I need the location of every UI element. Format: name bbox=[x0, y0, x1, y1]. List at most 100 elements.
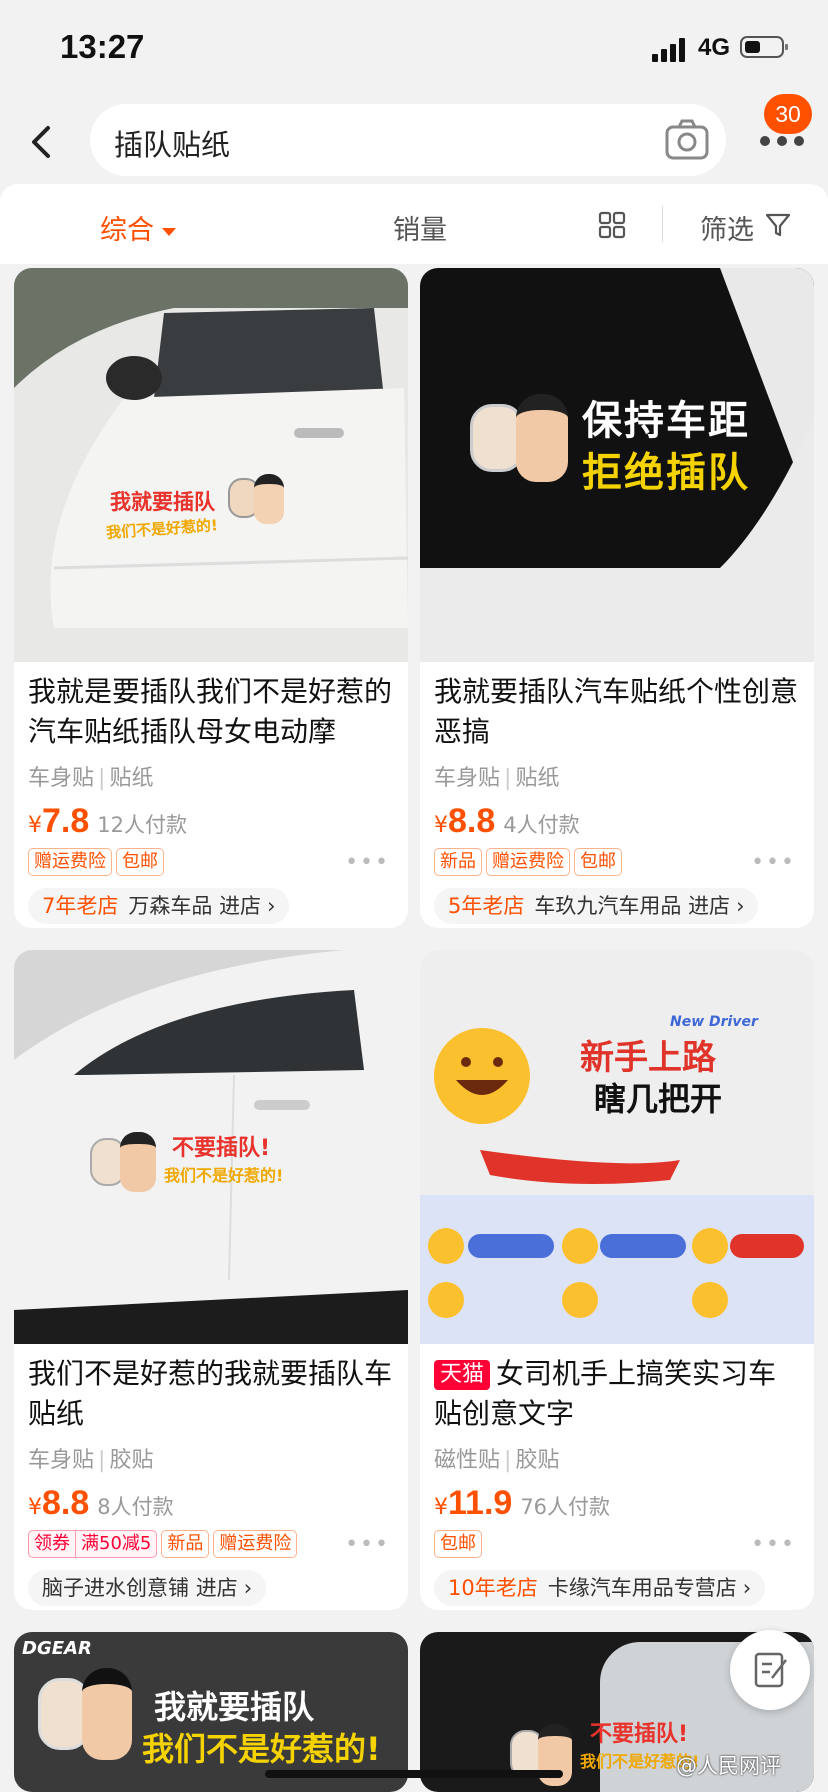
product-info: 我就要插队汽车贴纸个性创意恶搞 车身贴 | 贴纸 ¥8.8 4人付款 新品 赠运费险 包邮… bbox=[420, 662, 814, 924]
sort-comprehensive[interactable]: 综合 bbox=[100, 208, 176, 247]
product-card[interactable]: 保持车距 拒绝插队 我就要插队汽车贴纸个性创意恶搞 车身贴 | 贴纸 ¥8.8 4人付… bbox=[420, 268, 814, 928]
search-query: 插队贴纸 bbox=[114, 128, 231, 162]
product-title: 天猫 女司机手上搞笑实习车贴创意文字 bbox=[434, 1354, 800, 1434]
sticker-text-line2: 瞎几把开 bbox=[594, 1080, 723, 1118]
caret-down-icon bbox=[162, 227, 176, 236]
product-image: DGEAR 我就要插队 我们不是好惹的! bbox=[14, 1632, 408, 1792]
camera-icon[interactable] bbox=[664, 118, 710, 162]
search-input[interactable]: 插队贴纸 bbox=[90, 104, 726, 176]
tags-row: 赠运费险 包邮 ••• bbox=[28, 848, 394, 878]
product-props: 车身贴 | 贴纸 bbox=[434, 760, 800, 792]
tag: 赠运费险 bbox=[486, 848, 570, 876]
currency: ¥ bbox=[28, 813, 42, 838]
product-card[interactable]: 不要插队! 我们不是好惹的! 我们不是好惹的我就要插队车贴纸 车身贴 | 胶贴 ¥8… bbox=[14, 950, 408, 1610]
shop-link[interactable]: 脑子进水创意铺 进店 › bbox=[28, 1570, 267, 1606]
more-menu-icon[interactable] bbox=[760, 136, 804, 150]
shop-link[interactable]: 7年老店 万森车品 进店 › bbox=[28, 888, 290, 924]
network-type: 4G bbox=[698, 34, 731, 61]
prop: 车身贴 bbox=[434, 766, 501, 791]
sticker-new-driver-en: New Driver bbox=[670, 1014, 758, 1030]
message-badge: 30 bbox=[764, 94, 812, 134]
price-row: ¥7.8 12人付款 bbox=[28, 802, 394, 842]
product-info: 天猫 女司机手上搞笑实习车贴创意文字 磁性贴 | 胶贴 ¥11.9 76人付款 包邮 ••… bbox=[420, 1344, 814, 1606]
chevron-right-icon: › bbox=[742, 1576, 752, 1600]
shop-age: 7年老店 bbox=[42, 894, 119, 918]
price: 8.8 bbox=[448, 802, 496, 840]
price-row: ¥8.8 4人付款 bbox=[434, 802, 800, 842]
product-card[interactable]: New Driver 新手上路 瞎几把开 天猫 女司机手上搞笑实习车贴创意文字 磁… bbox=[420, 950, 814, 1610]
divider bbox=[662, 206, 663, 242]
search-header: 插队贴纸 30 bbox=[0, 94, 828, 185]
chevron-right-icon: › bbox=[243, 1576, 253, 1600]
currency: ¥ bbox=[434, 813, 448, 838]
feedback-button[interactable] bbox=[730, 1630, 810, 1710]
tag: 包邮 bbox=[574, 848, 622, 876]
coupon-tag: 领券 bbox=[28, 1530, 76, 1558]
product-props: 车身贴 | 胶贴 bbox=[28, 1442, 394, 1474]
tag: 新品 bbox=[161, 1530, 210, 1558]
sticker-text-line1: 我就要插队 bbox=[154, 1688, 315, 1726]
prop-separator: | bbox=[504, 766, 512, 791]
coupon-value: 满50减5 bbox=[76, 1530, 158, 1558]
sales-count: 76人付款 bbox=[520, 1495, 611, 1519]
price: 8.8 bbox=[42, 1484, 90, 1522]
grid-view-icon[interactable] bbox=[598, 211, 626, 239]
product-title: 我就是要插队我们不是好惹的汽车贴纸插队母女电动摩 bbox=[28, 675, 393, 748]
filter-button[interactable]: 筛选 bbox=[700, 208, 754, 247]
product-image: New Driver 新手上路 瞎几把开 bbox=[420, 950, 814, 1344]
more-options-icon[interactable]: ••• bbox=[751, 1532, 796, 1557]
more-options-icon[interactable]: ••• bbox=[345, 850, 390, 875]
currency: ¥ bbox=[28, 1495, 42, 1520]
watermark: @人民网评 bbox=[676, 1754, 781, 1778]
product-image: 保持车距 拒绝插队 bbox=[420, 268, 814, 662]
prop: 车身贴 bbox=[28, 766, 95, 791]
prop-separator: | bbox=[98, 1448, 106, 1473]
tag: 赠运费险 bbox=[28, 848, 112, 876]
prop: 车身贴 bbox=[28, 1448, 95, 1473]
product-card[interactable]: DGEAR 我就要插队 我们不是好惹的! bbox=[14, 1632, 408, 1792]
sticker-text-main: 不要插队! bbox=[172, 1136, 271, 1161]
filter-icon[interactable] bbox=[765, 212, 791, 238]
sort-bar: 综合 销量 筛选 bbox=[0, 184, 828, 264]
product-info: 我就是要插队我们不是好惹的汽车贴纸插队母女电动摩 车身贴 | 贴纸 ¥7.8 12人付… bbox=[14, 662, 408, 924]
tmall-badge: 天猫 bbox=[434, 1360, 491, 1390]
cartoon-faces bbox=[470, 394, 580, 482]
chevron-right-icon: › bbox=[267, 894, 276, 918]
shop-age: 5年老店 bbox=[448, 894, 525, 918]
sticker-text-line2: 拒绝插队 bbox=[582, 450, 750, 496]
tags-row: 包邮 ••• bbox=[434, 1530, 800, 1560]
sticker-text-main: 不要插队! bbox=[590, 1722, 689, 1747]
product-card[interactable]: 我就要插队 我们不是好惹的! 我就是要插队我们不是好惹的汽车贴纸插队母女电动摩 … bbox=[14, 268, 408, 928]
shop-enter: 进店 bbox=[195, 1576, 238, 1600]
price-row: ¥8.8 8人付款 bbox=[28, 1484, 394, 1524]
shop-link[interactable]: 10年老店 卡缘汽车用品专营店 › bbox=[434, 1570, 766, 1606]
tag: 新品 bbox=[434, 848, 482, 876]
sticker-text-main: 我就要插队 bbox=[110, 490, 215, 514]
shop-name: 脑子进水创意铺 bbox=[42, 1576, 189, 1600]
prop: 贴纸 bbox=[109, 766, 154, 791]
product-image: 不要插队! 我们不是好惹的! bbox=[14, 950, 408, 1344]
shop-enter: 进店 bbox=[219, 894, 262, 918]
shop-link[interactable]: 5年老店 车玖九汽车用品 进店 › bbox=[434, 888, 759, 924]
price-row: ¥11.9 76人付款 bbox=[434, 1484, 800, 1524]
currency: ¥ bbox=[434, 1495, 448, 1520]
coupon-label: 领券 bbox=[34, 1533, 70, 1554]
sales-count: 4人付款 bbox=[503, 813, 580, 837]
home-indicator[interactable] bbox=[265, 1770, 563, 1778]
price: 7.8 bbox=[42, 802, 90, 840]
back-arrow-icon[interactable] bbox=[26, 122, 56, 162]
product-props: 磁性贴 | 胶贴 bbox=[434, 1442, 800, 1474]
more-options-icon[interactable]: ••• bbox=[345, 1532, 390, 1557]
prop: 磁性贴 bbox=[434, 1448, 501, 1473]
sort-sales[interactable]: 销量 bbox=[393, 208, 447, 247]
prop-separator: | bbox=[98, 766, 106, 791]
prop: 胶贴 bbox=[515, 1448, 560, 1473]
product-info: 我们不是好惹的我就要插队车贴纸 车身贴 | 胶贴 ¥8.8 8人付款 领券 满50减5 新… bbox=[14, 1344, 408, 1606]
tags-row: 领券 满50减5 新品 赠运费险 ••• bbox=[28, 1530, 394, 1560]
battery-icon bbox=[740, 36, 788, 58]
more-options-icon[interactable]: ••• bbox=[751, 850, 796, 875]
tag: 赠运费险 bbox=[213, 1530, 298, 1558]
product-props: 车身贴 | 贴纸 bbox=[28, 760, 394, 792]
sticker-text-line1: 新手上路 bbox=[580, 1038, 716, 1078]
brand-logo: DGEAR bbox=[22, 1638, 92, 1659]
